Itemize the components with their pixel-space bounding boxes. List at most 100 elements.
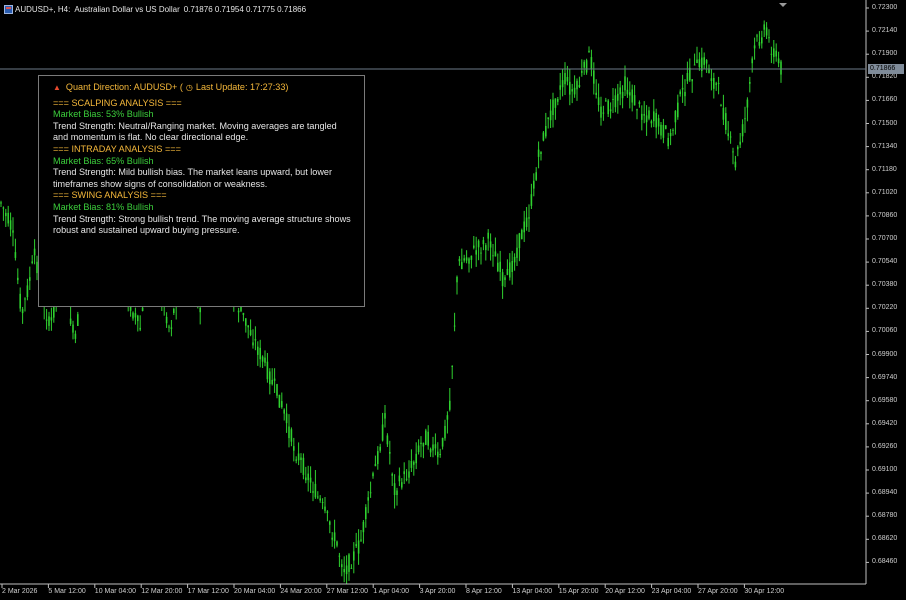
candle-body: [271, 379, 273, 385]
candle-body: [381, 424, 384, 441]
price-axis-label: 0.68780: [872, 512, 898, 520]
candle-body: [168, 326, 170, 328]
candle-body: [372, 473, 374, 477]
price-axis-label: 0.68460: [872, 558, 898, 566]
candle-body: [245, 318, 247, 326]
price-axis-label: 0.69100: [872, 466, 898, 473]
candle-body: [770, 53, 773, 55]
candle-body: [693, 64, 696, 66]
quant-direction-panel[interactable]: ▲ Quant Direction: AUDUSD+ ( ◷ Last Upda…: [38, 75, 365, 307]
candle-body: [600, 106, 602, 118]
candle-body: [482, 240, 485, 245]
candle-body: [456, 276, 458, 283]
time-axis-label: 27 Mar 12:00: [326, 588, 369, 595]
candle-body: [329, 521, 331, 525]
candle-body: [199, 307, 201, 313]
candle-body: [254, 339, 257, 341]
market-bias: Market Bias: 65% Bullish: [53, 155, 154, 166]
candle-body: [134, 313, 137, 318]
candle-body: [696, 59, 698, 64]
candle-body: [278, 394, 281, 408]
trend-strength: Trend Strength: Strong bullish trend. Th…: [53, 213, 351, 236]
candle-body: [621, 91, 624, 99]
time-axis-label: 27 Apr 20:00: [698, 588, 738, 595]
candle-body: [444, 425, 446, 439]
candle-body: [749, 82, 751, 84]
time-axis-label: 13 Apr 04:00: [512, 588, 553, 595]
candle-body: [660, 124, 662, 136]
candle-body: [305, 477, 307, 481]
chart-window-icon: [4, 4, 13, 14]
price-axis-label: 0.72300: [872, 4, 898, 11]
candle-body: [237, 310, 240, 313]
candle-body: [528, 217, 530, 219]
candle-body: [497, 262, 499, 272]
candle-body: [341, 564, 343, 568]
candle-body: [530, 194, 533, 206]
candle-body: [420, 442, 422, 445]
time-axis-label: 15 Apr 20:00: [558, 588, 599, 595]
candle-body: [309, 477, 312, 483]
candle-body: [374, 463, 377, 467]
market-bias: Market Bias: 81% Bullish: [53, 201, 154, 212]
candle-body: [561, 80, 564, 88]
candle-body: [360, 539, 362, 541]
price-axis-label: 0.70700: [872, 235, 898, 242]
price-axis-label: 0.72140: [872, 27, 898, 35]
price-axis-label: 0.68940: [872, 489, 898, 497]
candle-body: [643, 114, 645, 116]
candle-body: [379, 446, 381, 451]
candle-body: [326, 511, 329, 513]
scroll-marker-icon[interactable]: [779, 3, 787, 7]
candle-body: [437, 451, 439, 458]
candle-body: [605, 100, 607, 102]
candle-body: [499, 261, 501, 272]
candle-body: [756, 35, 758, 37]
time-axis-label: 20 Apr 12:00: [605, 588, 645, 595]
price-axis-label: 0.70380: [872, 281, 898, 289]
candle-body: [629, 92, 631, 96]
candle-body: [518, 233, 521, 249]
candle-body: [780, 61, 782, 75]
candle-body: [614, 95, 617, 108]
candle-body: [386, 435, 389, 445]
candle-body: [365, 507, 367, 520]
trend-strength: Trend Strength: Neutral/Ranging market. …: [53, 120, 337, 143]
candle-body: [432, 444, 434, 451]
candle-body: [727, 133, 729, 137]
panel-header: ▲ Quant Direction: AUDUSD+ ( ◷ Last Upda…: [53, 82, 353, 94]
candle-body: [29, 277, 31, 281]
candle-body: [7, 212, 9, 224]
candle-body: [261, 356, 264, 362]
candle-body: [619, 87, 621, 95]
candle-body: [458, 258, 461, 262]
candle-body: [737, 146, 739, 150]
section-heading: === INTRADAY ANALYSIS ===: [53, 143, 181, 154]
swing-section: === SWING ANALYSIS === Market Bias: 81% …: [53, 190, 353, 236]
candle-body: [441, 438, 444, 447]
candle-body: [657, 118, 660, 127]
candle-body: [509, 262, 511, 278]
candle-body: [422, 442, 425, 447]
candle-body: [170, 327, 173, 329]
section-heading: === SCALPING ANALYSIS ===: [53, 97, 182, 108]
price-axis-label: 0.68620: [872, 535, 898, 543]
candle-body: [545, 126, 547, 137]
candle-body: [655, 113, 657, 128]
candle-body: [449, 400, 451, 410]
candle-body: [477, 240, 480, 248]
candle-body: [295, 459, 297, 461]
time-axis-label: 24 Mar 20:00: [280, 588, 322, 595]
price-axis-label: 0.71820: [872, 73, 898, 81]
time-axis-label: 10 Mar 04:00: [94, 588, 137, 595]
candle-body: [249, 330, 252, 335]
candle-body: [590, 57, 593, 70]
candle-body: [717, 83, 720, 84]
candle-body: [552, 99, 554, 115]
candle-body: [24, 298, 26, 300]
price-axis-label: 0.71660: [872, 96, 898, 104]
candle-body: [465, 257, 468, 261]
candle-body: [537, 149, 540, 157]
candle-body: [585, 60, 588, 73]
candle-body: [521, 230, 523, 240]
